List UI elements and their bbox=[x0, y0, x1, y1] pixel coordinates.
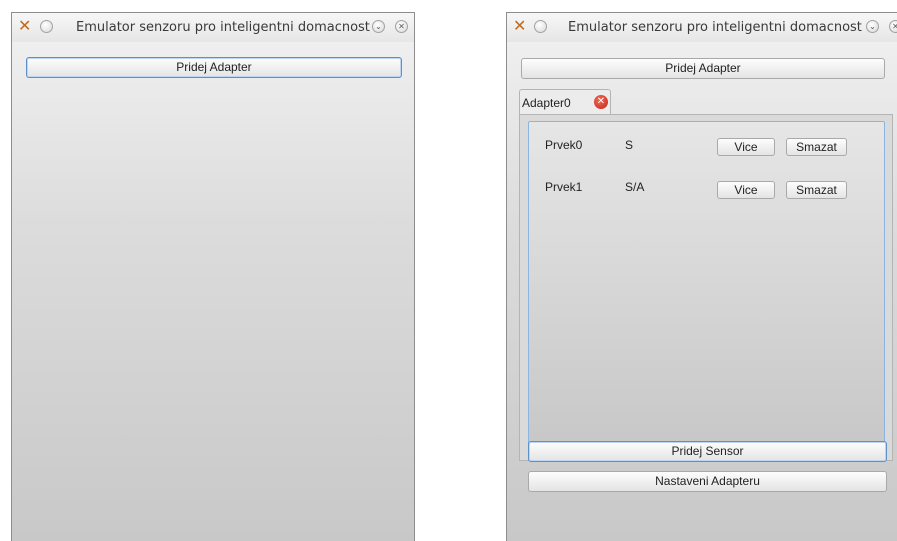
sensor-delete-button[interactable]: Smazat bbox=[786, 138, 847, 156]
add-adapter-button[interactable]: Pridej Adapter bbox=[26, 57, 402, 78]
sensor-name: Prvek1 bbox=[545, 180, 583, 194]
adapter-settings-button[interactable]: Nastaveni Adapteru bbox=[528, 471, 887, 492]
sensor-name: Prvek0 bbox=[545, 138, 583, 152]
tab-adapter0[interactable]: Adapter0 ✕ bbox=[519, 89, 611, 115]
window-title: Emulator senzoru pro inteligentni domacn… bbox=[76, 20, 370, 35]
menu-circle-icon[interactable] bbox=[534, 20, 547, 33]
menu-circle-icon[interactable] bbox=[40, 20, 53, 33]
sensor-delete-button[interactable]: Smazat bbox=[786, 181, 847, 199]
close-icon[interactable]: ✕ bbox=[395, 20, 408, 33]
sensor-type: S/A bbox=[625, 180, 645, 194]
add-sensor-button[interactable]: Pridej Sensor bbox=[528, 441, 887, 462]
adapter-tab-pane: Prvek0 S Vice Smazat Prvek1 S/A Vice Sma… bbox=[519, 114, 893, 461]
minimize-icon[interactable]: ⌄ bbox=[372, 20, 385, 33]
add-adapter-button[interactable]: Pridej Adapter bbox=[521, 58, 885, 79]
app-icon[interactable]: ✕ bbox=[513, 17, 529, 35]
window-title: Emulator senzoru pro inteligentni domacn… bbox=[568, 20, 862, 35]
minimize-icon[interactable]: ⌄ bbox=[866, 20, 879, 33]
tab-label: Adapter0 bbox=[522, 96, 571, 110]
sensor-more-button[interactable]: Vice bbox=[717, 181, 775, 199]
sensor-type: S bbox=[625, 138, 634, 152]
left-app-window: ✕ Emulator senzoru pro inteligentni doma… bbox=[11, 12, 415, 541]
right-app-window: ✕ Emulator senzoru pro inteligentni doma… bbox=[506, 12, 897, 541]
left-titlebar[interactable]: ✕ Emulator senzoru pro inteligentni doma… bbox=[12, 13, 414, 42]
app-icon[interactable]: ✕ bbox=[18, 17, 34, 35]
sensor-more-button[interactable]: Vice bbox=[717, 138, 775, 156]
close-icon[interactable]: ✕ bbox=[889, 20, 897, 33]
sensor-list: Prvek0 S Vice Smazat Prvek1 S/A Vice Sma… bbox=[528, 121, 885, 461]
tab-close-icon[interactable]: ✕ bbox=[594, 95, 608, 109]
right-titlebar[interactable]: ✕ Emulator senzoru pro inteligentni doma… bbox=[507, 13, 897, 42]
